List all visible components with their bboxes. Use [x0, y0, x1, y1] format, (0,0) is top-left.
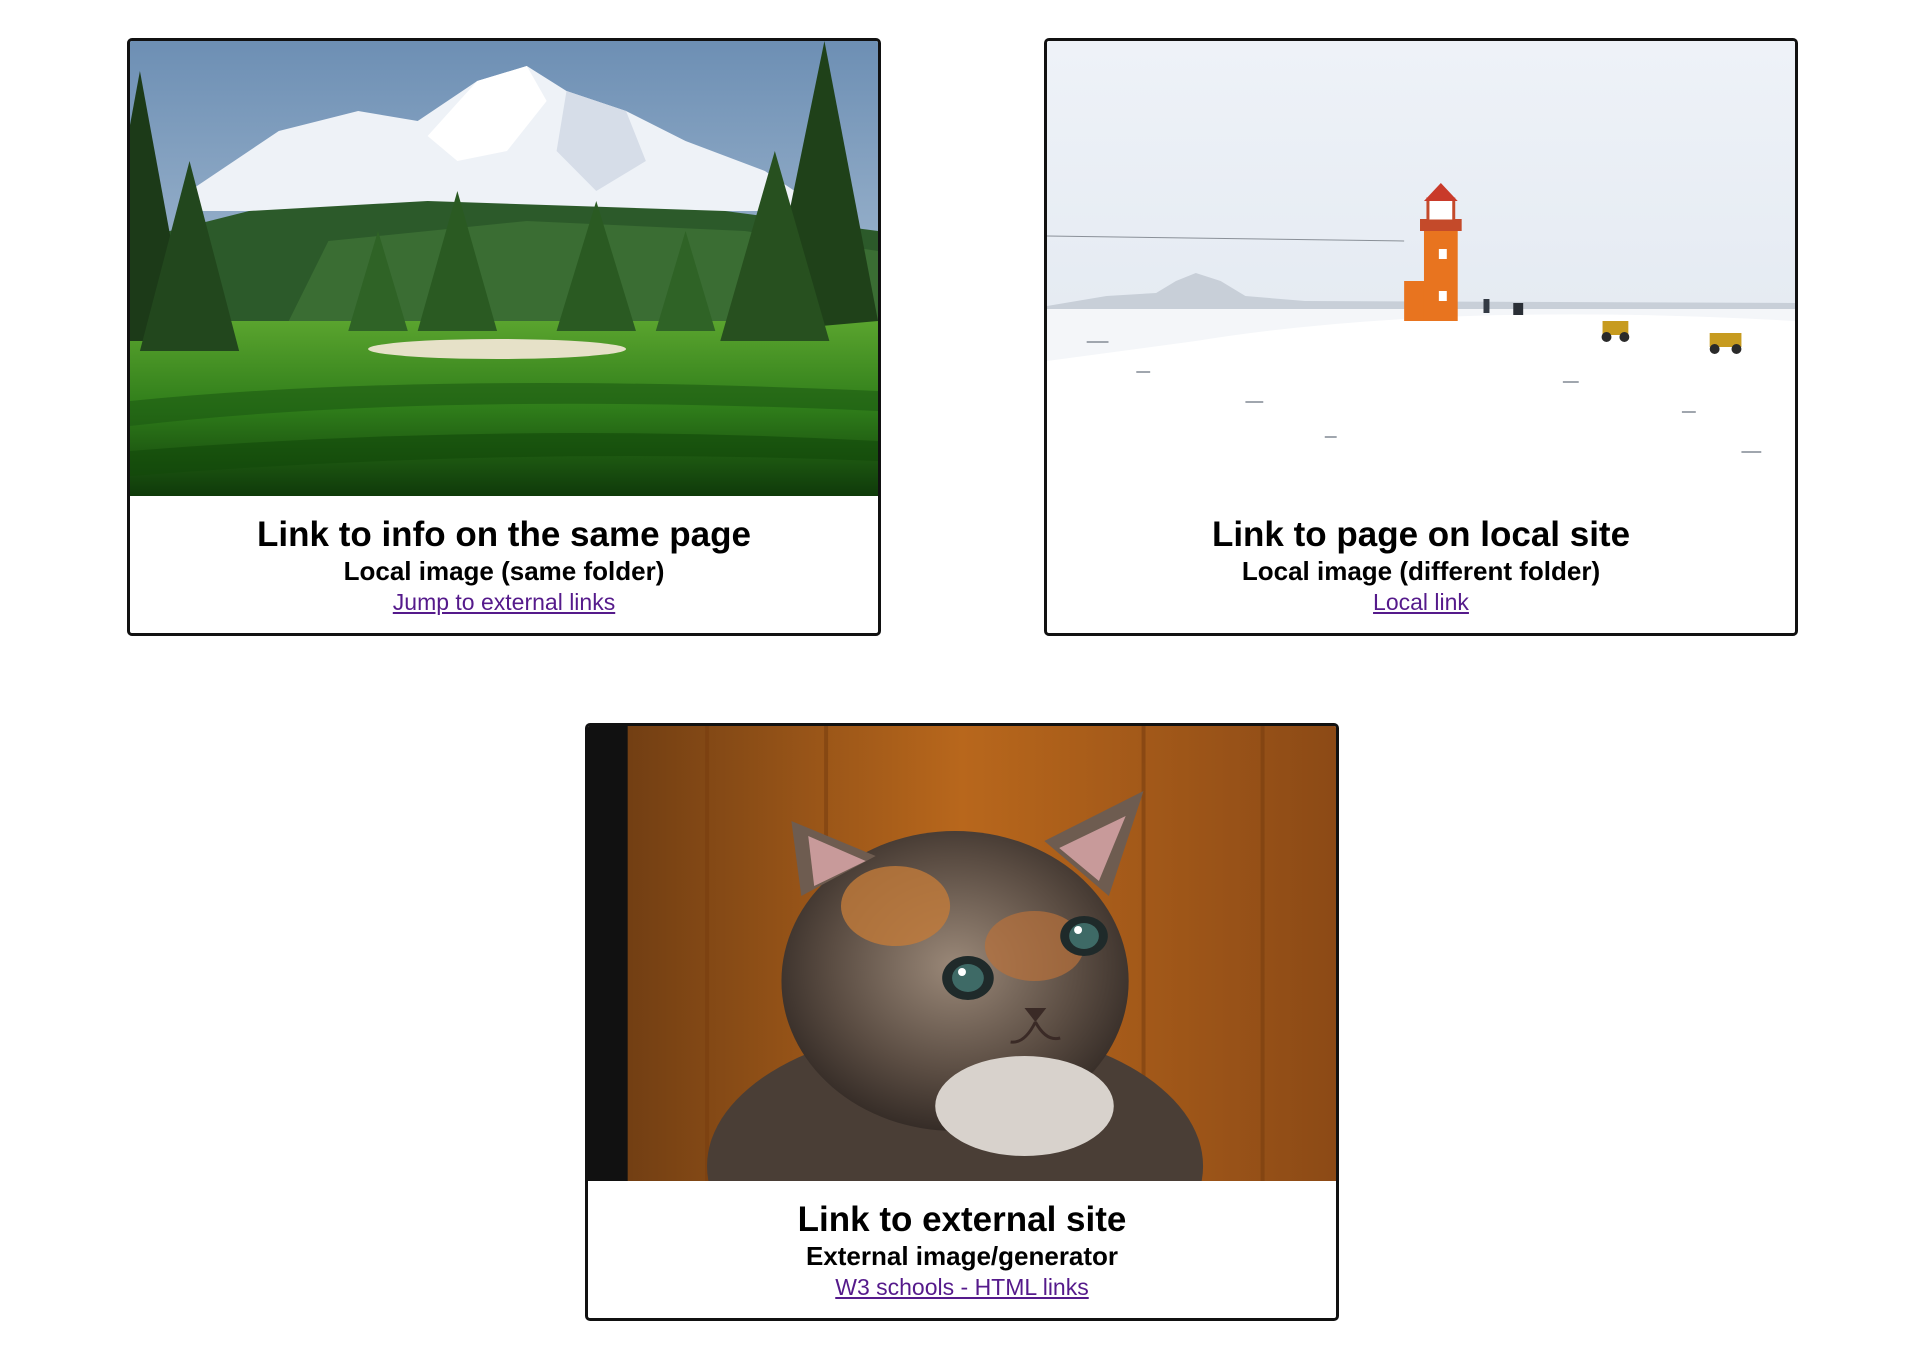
local-link[interactable]: Local link: [1373, 587, 1469, 617]
card-title: Link to info on the same page: [257, 515, 751, 554]
jump-to-external-links-link[interactable]: Jump to external links: [393, 587, 615, 617]
kitten-image: [588, 726, 1336, 1181]
card-external-site: Link to external site External image/gen…: [585, 723, 1339, 1321]
card-local-site: Link to page on local site Local image (…: [1044, 38, 1798, 636]
lighthouse-image: [1047, 41, 1795, 496]
card-title: Link to page on local site: [1211, 515, 1631, 554]
w3schools-html-links-link[interactable]: W3 schools - HTML links: [835, 1272, 1088, 1302]
card-same-page: Link to info on the same page Local imag…: [127, 38, 881, 636]
mountain-golf-image: [130, 41, 878, 496]
card-subtitle: Local image (same folder): [343, 556, 665, 586]
card-title: Link to external site: [797, 1200, 1127, 1239]
card-subtitle: Local image (different folder): [1241, 556, 1601, 586]
card-subtitle: External image/generator: [805, 1241, 1119, 1271]
